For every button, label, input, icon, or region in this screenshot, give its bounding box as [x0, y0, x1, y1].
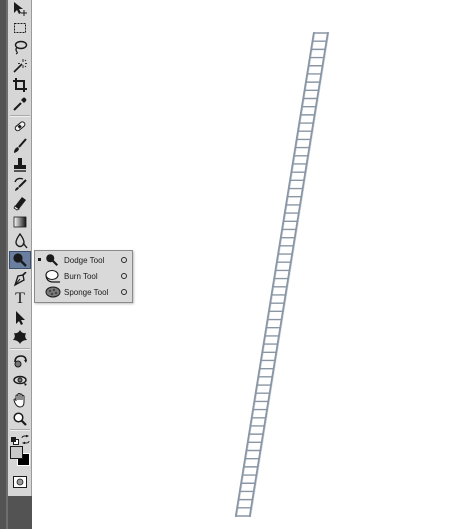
ladder-image — [234, 31, 330, 518]
ladder — [234, 31, 330, 518]
ladder-rail-highlight — [250, 32, 330, 517]
ladder-rail-right — [248, 31, 330, 518]
ladder-rail-highlight — [236, 32, 316, 517]
ladder-rail-left — [234, 31, 316, 518]
